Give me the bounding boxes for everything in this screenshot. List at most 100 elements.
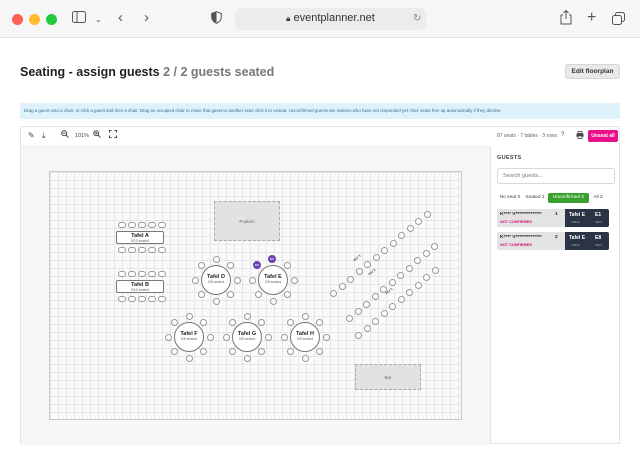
table-h-chair[interactable] bbox=[302, 313, 309, 320]
filter-no-seat[interactable]: No seat 0 bbox=[497, 193, 523, 203]
table-g-chair[interactable] bbox=[229, 319, 236, 326]
floorplan-grid[interactable]: Podium Bar Tafel A 0/10 seated Tafel B 0… bbox=[49, 171, 462, 420]
minimize-window-button[interactable] bbox=[29, 14, 40, 25]
table-b[interactable]: Tafel B 0/10 seated bbox=[116, 280, 164, 293]
fit-to-screen-icon[interactable] bbox=[109, 130, 117, 140]
filter-all[interactable]: All 2 bbox=[590, 193, 606, 203]
table-b-chair[interactable] bbox=[118, 296, 126, 302]
table-h[interactable]: Tafel H 0/8 seated bbox=[290, 322, 320, 352]
row-1-chair[interactable] bbox=[355, 332, 362, 339]
table-b-chair[interactable] bbox=[138, 271, 146, 277]
floorplan-canvas[interactable]: Podium Bar Tafel A 0/10 seated Tafel B 0… bbox=[21, 147, 490, 445]
table-f-chair[interactable] bbox=[186, 313, 193, 320]
table-b-chair[interactable] bbox=[128, 271, 136, 277]
table-a-chair[interactable] bbox=[158, 247, 166, 253]
row-1-chair[interactable] bbox=[397, 296, 405, 303]
reload-icon[interactable]: ↻ bbox=[413, 11, 421, 27]
table-a[interactable]: Tafel A 0/10 seated bbox=[116, 231, 164, 244]
table-a-chair[interactable] bbox=[138, 222, 146, 228]
table-h-chair[interactable] bbox=[302, 355, 309, 362]
search-input[interactable] bbox=[497, 168, 615, 184]
row-1-chair[interactable] bbox=[372, 317, 379, 325]
table-b-chair[interactable] bbox=[148, 296, 156, 302]
table-a-chair[interactable] bbox=[118, 222, 126, 228]
row-2-chair[interactable] bbox=[346, 315, 353, 322]
table-b-chair[interactable] bbox=[138, 296, 146, 302]
table-f-chair[interactable] bbox=[171, 348, 178, 355]
row-3-chair[interactable] bbox=[338, 282, 346, 290]
filter-unconfirmed[interactable]: Unconfirmed 2 bbox=[548, 193, 589, 203]
row-2-chair[interactable] bbox=[422, 250, 430, 258]
table-a-chair[interactable] bbox=[148, 247, 156, 253]
guest-card[interactable]: K**** V************** 2 NOT CONFIRMED Ta… bbox=[497, 232, 609, 250]
edit-floorplan-button[interactable]: Edit floorplan bbox=[565, 64, 620, 79]
help-icon[interactable]: ? bbox=[561, 132, 564, 138]
new-tab-icon[interactable]: + bbox=[587, 10, 596, 26]
table-a-chair[interactable] bbox=[118, 247, 126, 253]
pencil-icon[interactable]: ✎ bbox=[28, 131, 35, 140]
row-3-chair[interactable] bbox=[398, 232, 405, 240]
table-a-chair[interactable] bbox=[128, 247, 136, 253]
table-b-chair[interactable] bbox=[148, 271, 156, 277]
printer-icon[interactable] bbox=[576, 131, 584, 141]
table-a-chair[interactable] bbox=[138, 247, 146, 253]
row-3-chair[interactable] bbox=[423, 210, 431, 218]
table-e[interactable]: Tafel E 2/8 seated bbox=[258, 265, 288, 295]
table-f-chair[interactable] bbox=[200, 348, 207, 355]
table-a-chair[interactable] bbox=[128, 222, 136, 228]
row-3-chair[interactable] bbox=[389, 239, 397, 247]
row-3-chair[interactable] bbox=[406, 225, 414, 233]
row-1-chair[interactable] bbox=[423, 274, 430, 282]
seat-e1-occupied[interactable]: KV bbox=[253, 261, 261, 269]
chevron-down-icon[interactable]: ⌄ bbox=[95, 12, 102, 28]
filter-seated[interactable]: Seated 2 bbox=[523, 193, 547, 203]
table-g-chair[interactable] bbox=[258, 348, 265, 355]
table-f-chair[interactable] bbox=[171, 319, 178, 326]
zoom-out-icon[interactable] bbox=[61, 130, 69, 140]
table-e-chair[interactable] bbox=[270, 298, 277, 305]
table-d-chair[interactable] bbox=[213, 298, 220, 305]
table-h-chair[interactable] bbox=[323, 334, 330, 341]
table-e-chair[interactable] bbox=[249, 277, 256, 284]
table-g-chair[interactable] bbox=[244, 355, 251, 362]
table-e-chair[interactable] bbox=[291, 277, 298, 284]
row-1-chair[interactable] bbox=[414, 281, 422, 289]
table-g-chair[interactable] bbox=[244, 313, 251, 320]
table-g-chair[interactable] bbox=[265, 334, 272, 341]
row-2-chair[interactable] bbox=[354, 307, 362, 315]
table-e-chair[interactable] bbox=[255, 291, 262, 298]
table-b-chair[interactable] bbox=[128, 296, 136, 302]
table-h-chair[interactable] bbox=[316, 348, 323, 355]
row-1-chair[interactable] bbox=[363, 324, 371, 332]
table-g[interactable]: Tafel G 0/8 seated bbox=[232, 322, 262, 352]
table-f[interactable]: Tafel F 0/8 seated bbox=[174, 322, 204, 352]
share-icon[interactable] bbox=[560, 9, 572, 29]
maximize-window-button[interactable] bbox=[46, 14, 57, 25]
close-window-button[interactable] bbox=[12, 14, 23, 25]
row-3-chair[interactable] bbox=[355, 268, 363, 276]
table-a-chair[interactable] bbox=[158, 222, 166, 228]
row-2-chair[interactable] bbox=[414, 257, 421, 265]
back-icon[interactable]: ‹ bbox=[118, 10, 123, 26]
table-h-chair[interactable] bbox=[316, 319, 323, 326]
row-1-chair[interactable] bbox=[380, 310, 388, 318]
row-3-chair[interactable] bbox=[364, 261, 371, 269]
shield-icon[interactable] bbox=[211, 11, 222, 28]
row-3-chair[interactable] bbox=[330, 290, 337, 297]
table-h-chair[interactable] bbox=[287, 319, 294, 326]
sidebar-toggle-icon[interactable] bbox=[72, 11, 86, 27]
row-3-chair[interactable] bbox=[415, 218, 422, 225]
table-d-chair[interactable] bbox=[192, 277, 199, 284]
table-b-chair[interactable] bbox=[158, 296, 166, 302]
table-g-chair[interactable] bbox=[223, 334, 230, 341]
table-d-chair[interactable] bbox=[227, 262, 234, 269]
address-bar[interactable]: 🔒︎ eventplanner.net ↻ bbox=[235, 8, 426, 30]
forward-icon[interactable]: › bbox=[144, 10, 149, 26]
table-f-chair[interactable] bbox=[186, 355, 193, 362]
row-1-chair[interactable] bbox=[406, 288, 413, 296]
unseat-all-button[interactable]: Unseat all bbox=[588, 130, 618, 142]
row-1-chair[interactable] bbox=[431, 267, 439, 275]
table-a-chair[interactable] bbox=[148, 222, 156, 228]
table-g-chair[interactable] bbox=[229, 348, 236, 355]
table-d[interactable]: Tafel D 0/8 seated bbox=[201, 265, 231, 295]
